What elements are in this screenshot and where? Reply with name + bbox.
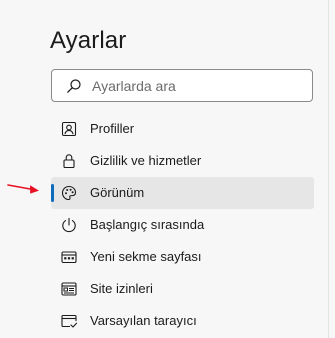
sidebar-item-label: Başlangıç sırasında [90, 217, 205, 232]
search-input[interactable] [92, 77, 292, 94]
power-icon [61, 217, 77, 233]
pane-divider [328, 0, 329, 338]
sidebar-item-startup[interactable]: Başlangıç sırasında [51, 209, 314, 241]
search-icon [65, 77, 83, 95]
sidebar-item-label: Görünüm [90, 185, 145, 200]
sidebar-item-appearance[interactable]: Görünüm [51, 177, 314, 209]
annotation-arrow-icon [7, 184, 39, 194]
sidebar-item-default-browser[interactable]: Varsayılan tarayıcı [51, 305, 314, 337]
site-permissions-icon [61, 281, 77, 297]
new-tab-page-icon [61, 249, 77, 265]
search-box[interactable] [51, 69, 313, 102]
settings-nav: Profiller Gizlilik ve hizmetler Görünüm … [51, 113, 314, 337]
settings-page: Ayarlar Profiller [0, 0, 335, 338]
palette-icon [61, 185, 77, 201]
lock-icon [61, 153, 77, 169]
page-title: Ayarlar [50, 27, 127, 54]
default-browser-icon [61, 313, 77, 329]
sidebar-item-label: Gizlilik ve hizmetler [90, 153, 202, 168]
sidebar-item-label: Profiller [90, 121, 135, 136]
sidebar-item-site-permissions[interactable]: Site izinleri [51, 273, 314, 305]
sidebar-item-label: Yeni sekme sayfası [90, 249, 202, 264]
sidebar-item-profiles[interactable]: Profiller [51, 113, 314, 145]
sidebar-item-label: Site izinleri [90, 281, 153, 296]
sidebar-item-privacy[interactable]: Gizlilik ve hizmetler [51, 145, 314, 177]
profile-icon [61, 121, 77, 137]
sidebar-item-label: Varsayılan tarayıcı [90, 313, 197, 328]
active-indicator [51, 184, 54, 202]
sidebar-item-new-tab[interactable]: Yeni sekme sayfası [51, 241, 314, 273]
